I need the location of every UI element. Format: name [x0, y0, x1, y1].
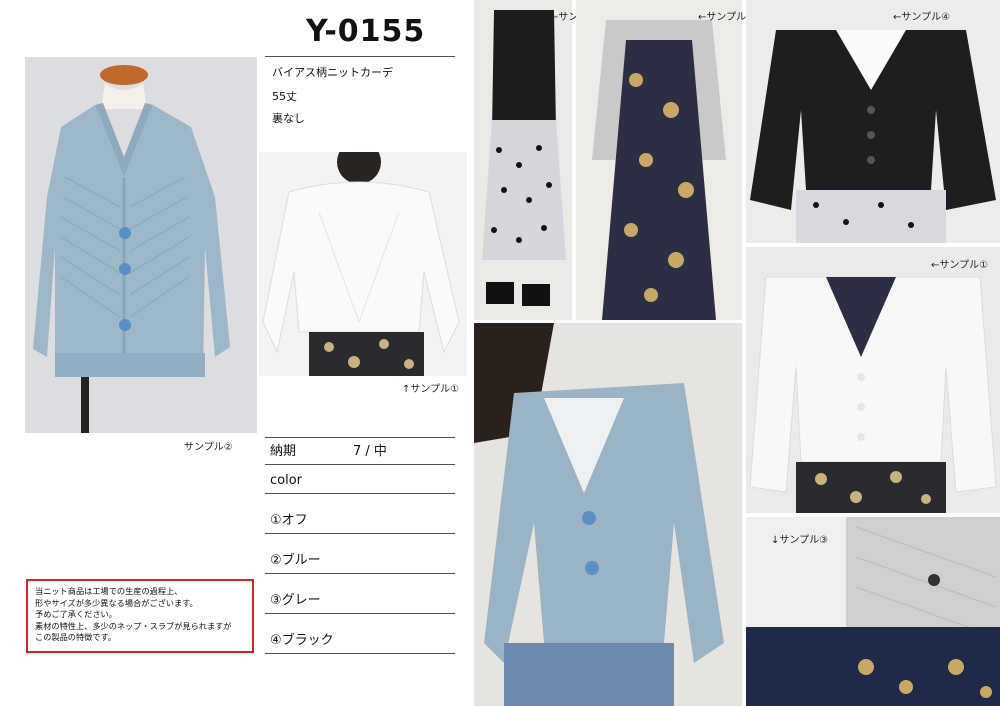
color-option-4: ④ブラック — [265, 613, 455, 654]
right-bottom-caption: ↓サンプル③ — [771, 535, 829, 546]
notice-line: 予めご了承ください。 — [35, 609, 117, 620]
color-option-label: ④ブラック — [270, 633, 334, 648]
product-name: バイアス柄ニットカーデ — [272, 66, 393, 79]
notice-line: 素材の特性上、多少のネップ・スラブが見られますが — [35, 620, 232, 631]
color-option-label: ②ブルー — [270, 553, 321, 568]
delivery-value: 7 / 中 — [353, 444, 387, 459]
product-lining: 裏なし — [272, 112, 305, 125]
notice-line: 形やサイズが多少異なる場合がございます。 — [35, 597, 198, 608]
top-photo-caption-3: ←サンプル④ — [893, 12, 951, 23]
color-option-label: ③グレー — [270, 593, 321, 608]
color-row: color — [265, 463, 455, 494]
main-product-photo — [25, 57, 257, 433]
knit-notice-box: 当ニット商品は工場での生産の過程上、 形やサイズが多少異なる場合がございます。 … — [26, 579, 254, 653]
back-photo-caption: ↑サンプル① — [402, 384, 460, 395]
color-label: color — [270, 473, 303, 488]
model-photo-blue-worn — [474, 323, 742, 706]
product-code: Y-0155 — [306, 14, 426, 49]
model-photo-gray-floral — [576, 0, 742, 320]
color-option-1: ①オフ — [265, 493, 455, 534]
product-length: 55丈 — [272, 90, 297, 103]
right-mid-caption: ←サンプル① — [931, 260, 989, 271]
main-photo-caption: サンプル② — [184, 442, 233, 453]
color-option-3: ③グレー — [265, 573, 455, 614]
delivery-row: 納期 7 / 中 — [265, 437, 455, 465]
model-photo-black-dots — [474, 0, 572, 320]
color-option-2: ②ブルー — [265, 533, 455, 574]
model-photo-white-worn — [746, 247, 1000, 513]
back-view-photo — [259, 152, 467, 376]
model-photo-black-close — [746, 0, 1000, 243]
notice-line: 当ニット商品は工場での生産の過程上、 — [35, 586, 183, 596]
delivery-label: 納期 — [270, 444, 297, 459]
color-option-label: ①オフ — [270, 513, 308, 528]
title-divider — [265, 56, 455, 57]
notice-line: この製品の特徴です。 — [35, 632, 117, 643]
